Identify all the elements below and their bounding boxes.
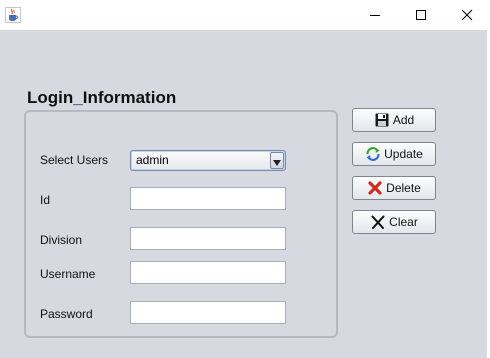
update-button[interactable]: Update — [352, 142, 436, 166]
chevron-down-icon — [273, 151, 281, 170]
close-icon — [461, 6, 473, 25]
red-x-icon — [367, 180, 383, 196]
password-label: Password — [40, 307, 93, 321]
delete-button[interactable]: Delete — [352, 176, 436, 200]
clear-button-label: Clear — [389, 215, 418, 229]
panel-title: Login_Information — [27, 88, 177, 107]
minimize-button[interactable] — [352, 0, 398, 30]
close-button[interactable] — [444, 0, 490, 30]
title-bar — [0, 0, 490, 30]
maximize-button[interactable] — [398, 0, 444, 30]
clear-button[interactable]: Clear — [352, 210, 436, 234]
id-label: Id — [40, 193, 51, 207]
dropdown-arrow-button[interactable] — [270, 152, 284, 169]
password-field[interactable] — [130, 301, 286, 324]
add-button[interactable]: Add — [352, 108, 436, 132]
select-users-value: admin — [136, 153, 169, 167]
black-x-icon — [370, 214, 386, 230]
maximize-icon — [415, 6, 427, 25]
select-users-label: Select Users — [40, 153, 109, 167]
add-button-label: Add — [392, 113, 415, 127]
update-button-label: Update — [384, 147, 423, 161]
division-field[interactable] — [130, 227, 286, 250]
java-cup-icon — [5, 7, 21, 23]
username-field[interactable] — [130, 261, 286, 284]
minimize-icon — [369, 6, 381, 25]
floppy-disk-icon — [374, 112, 390, 128]
division-label: Division — [40, 233, 83, 247]
username-label: Username — [40, 267, 96, 281]
id-field[interactable] — [130, 187, 286, 210]
refresh-icon — [365, 146, 381, 162]
delete-button-label: Delete — [386, 181, 421, 195]
select-users-dropdown[interactable]: admin — [130, 150, 286, 171]
